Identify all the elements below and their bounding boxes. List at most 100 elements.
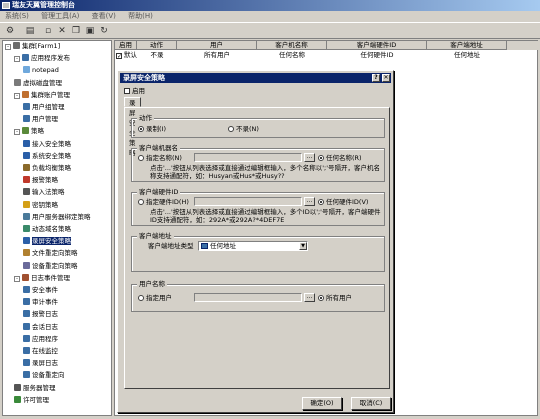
- tree-item[interactable]: 在线监控: [23, 347, 58, 356]
- all-users-radio-row[interactable]: 所有用户: [318, 294, 352, 302]
- no-record-radio-row[interactable]: 不录(N): [228, 125, 259, 133]
- tree-item[interactable]: 文件重定向策略: [23, 249, 78, 258]
- tree-item[interactable]: 会话日志: [23, 322, 58, 332]
- menu-help[interactable]: 帮助(H): [123, 11, 158, 22]
- client-name-browse-button[interactable]: ...: [304, 153, 315, 162]
- tree-expander-icon[interactable]: -: [14, 275, 20, 282]
- tree-item[interactable]: 应用程序: [23, 334, 58, 344]
- menu-view[interactable]: 查看(V): [87, 11, 121, 22]
- user-input[interactable]: [194, 293, 302, 302]
- user-browse-button[interactable]: ...: [304, 293, 315, 302]
- tree-item[interactable]: 负载均衡策略: [23, 164, 71, 173]
- tree-item[interactable]: - 集群[Farm1]: [5, 42, 60, 51]
- no-record-radio[interactable]: [228, 126, 234, 132]
- row-client-name: 任何名称: [279, 51, 305, 59]
- address-type-select[interactable]: 任何地址 ▼: [198, 241, 308, 251]
- record-radio[interactable]: [138, 126, 144, 132]
- specify-name-radio[interactable]: [138, 155, 144, 161]
- tree-expander-icon[interactable]: -: [14, 92, 20, 99]
- specify-user-radio[interactable]: [138, 295, 144, 301]
- tab-record-policy[interactable]: 录屏安全策略: [124, 97, 141, 157]
- tree-item[interactable]: notepad: [23, 66, 59, 75]
- tree-item[interactable]: 报警日志: [23, 310, 58, 319]
- specify-hwid-radio-row[interactable]: 指定硬件ID(H): [138, 198, 189, 206]
- tree-item[interactable]: - 集群账户管理: [14, 90, 70, 100]
- tree-item-label: 服务器管理: [23, 383, 56, 392]
- cancel-button[interactable]: 取消(C): [351, 397, 391, 410]
- tree-item-label: 日志事件管理: [31, 273, 70, 282]
- tree-item[interactable]: - 策略: [14, 127, 44, 136]
- tree-item[interactable]: 虚拟磁盘管理: [14, 78, 62, 88]
- specify-hwid-radio[interactable]: [138, 199, 144, 205]
- paste-icon[interactable]: ▣: [84, 25, 96, 37]
- tree-item[interactable]: 接入安全策略: [23, 139, 71, 149]
- menu-admin-tools[interactable]: 管理工具(A): [36, 11, 84, 22]
- app-icon: [2, 2, 10, 9]
- tree-item-label: 会话日志: [32, 322, 58, 331]
- tree-item[interactable]: 安全事件: [23, 286, 58, 295]
- tree-item-label: 许可管理: [23, 395, 49, 404]
- enable-checkbox[interactable]: [124, 88, 130, 94]
- tree-item[interactable]: 系统安全策略: [23, 151, 71, 161]
- any-name-radio-row[interactable]: 任何名称(R): [318, 154, 362, 162]
- specify-user-radio-row[interactable]: 指定用户: [138, 294, 172, 302]
- tree-item-label: 策略: [31, 127, 44, 136]
- tree-item[interactable]: 密钥策略: [23, 200, 58, 210]
- ok-button[interactable]: 确定(O): [302, 397, 342, 410]
- tree-item-label: 用户管理: [32, 115, 58, 124]
- tree-item[interactable]: 报警策略: [23, 176, 58, 185]
- hardware-id-browse-button[interactable]: ...: [304, 197, 315, 206]
- all-users-label: 所有用户: [326, 294, 352, 302]
- tree-item[interactable]: 服务器管理: [14, 383, 56, 393]
- event-icon: [23, 334, 30, 342]
- close-button[interactable]: ✕: [382, 74, 390, 82]
- column-header-hardware-id[interactable]: 客户端硬件ID: [327, 41, 427, 50]
- tree-item[interactable]: 输入法策略: [23, 188, 65, 197]
- tree-item[interactable]: 用户管理: [23, 115, 58, 124]
- hardware-id-input[interactable]: [194, 197, 302, 206]
- delete-icon[interactable]: ✕: [56, 25, 68, 37]
- tree-item[interactable]: 用户组管理: [23, 103, 65, 112]
- tree-item[interactable]: 用户服务器绑定策略: [23, 212, 91, 222]
- keyboard-icon: [23, 188, 30, 196]
- menu-system[interactable]: 系统(S): [0, 11, 34, 22]
- row-enabled-checkbox[interactable]: ✓: [116, 53, 122, 60]
- all-users-radio[interactable]: [318, 295, 324, 301]
- column-header-enabled[interactable]: 启用: [115, 41, 137, 50]
- column-header-user[interactable]: 用户: [177, 41, 257, 50]
- tree-item[interactable]: 录屏日志: [23, 359, 58, 368]
- specify-name-radio-row[interactable]: 指定名称(N): [138, 154, 182, 162]
- enable-checkbox-row[interactable]: 启用: [124, 87, 145, 95]
- tree-item[interactable]: 设备重定向: [23, 371, 65, 380]
- settings-icon[interactable]: ⚙: [4, 25, 16, 37]
- new-icon[interactable]: ▫: [42, 25, 54, 37]
- any-hwid-radio[interactable]: [318, 199, 324, 205]
- tree-item[interactable]: 设备重定向策略: [23, 261, 78, 271]
- tree-item[interactable]: 许可管理: [14, 395, 49, 405]
- any-hwid-label: 任何硬件ID(V): [326, 198, 369, 206]
- hardware-id-hint-1: 点击'...'按钮从列表选择或直接通过编辑框输入，多个ID以';'号隔开，客户端…: [150, 208, 381, 216]
- tree-item-label: 动态域名策略: [32, 225, 71, 233]
- tree-expander-icon[interactable]: -: [14, 56, 20, 63]
- tree-item[interactable]: - 应用程序发布: [14, 54, 70, 63]
- tree-item[interactable]: 录屏安全策略: [23, 237, 71, 246]
- refresh-icon[interactable]: ↻: [98, 25, 110, 37]
- properties-icon[interactable]: ▤: [24, 25, 36, 37]
- copy-icon[interactable]: ❐: [70, 25, 82, 37]
- column-header-action[interactable]: 动作: [137, 41, 177, 50]
- client-name-input[interactable]: [194, 153, 302, 162]
- help-button[interactable]: ?: [372, 74, 380, 82]
- chevron-down-icon[interactable]: ▼: [299, 242, 307, 250]
- any-name-radio[interactable]: [318, 155, 324, 161]
- any-hwid-radio-row[interactable]: 任何硬件ID(V): [318, 198, 368, 206]
- tree-item-label: 文件重定向策略: [32, 249, 78, 258]
- tree-item[interactable]: 审计事件: [23, 298, 58, 307]
- tree-expander-icon[interactable]: -: [14, 129, 20, 136]
- record-radio-row[interactable]: 录制(I): [138, 125, 166, 133]
- column-header-client-name[interactable]: 客户机名称: [257, 41, 327, 50]
- tree-item[interactable]: - 日志事件管理: [14, 273, 70, 283]
- column-header-client-address[interactable]: 客户端地址: [427, 41, 507, 50]
- tree-expander-icon[interactable]: -: [5, 44, 11, 50]
- tree-item[interactable]: 动态域名策略: [23, 225, 71, 234]
- event-icon: [23, 298, 30, 306]
